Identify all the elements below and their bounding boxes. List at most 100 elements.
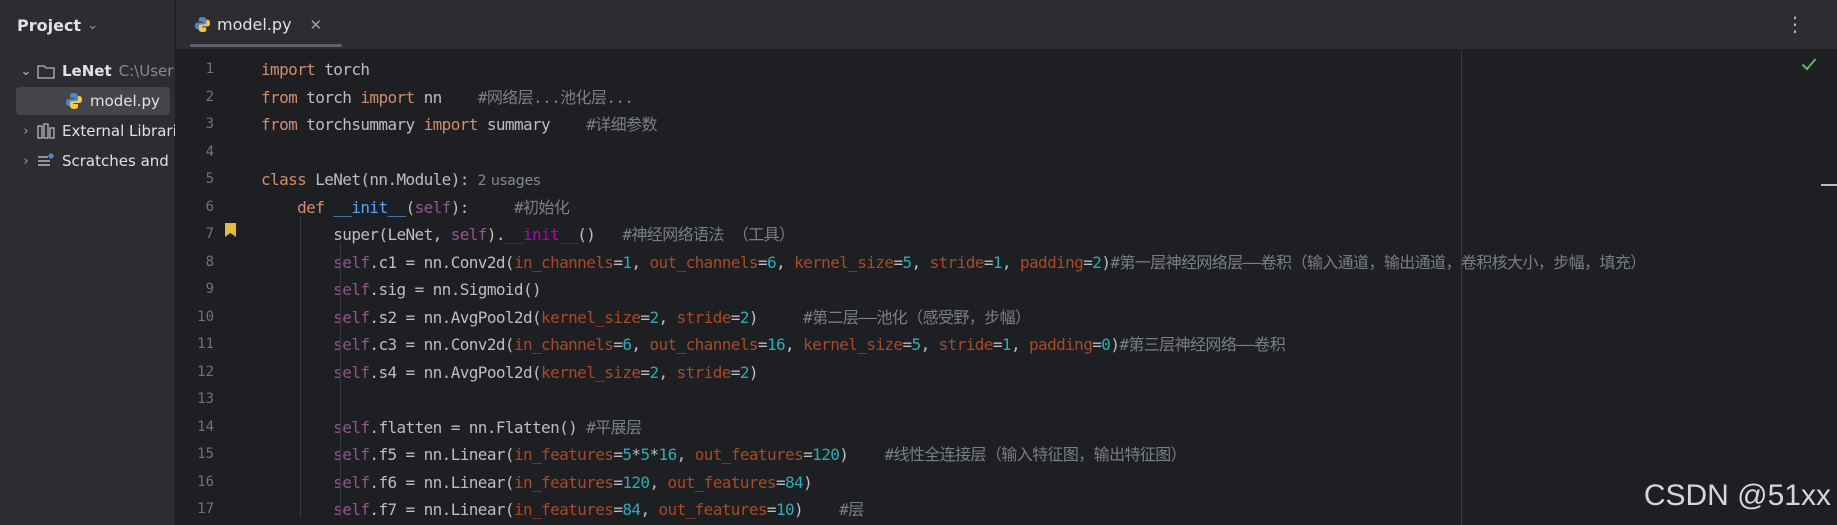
code-token: = [1092, 335, 1102, 354]
project-view-selector[interactable]: Project ⌄ [17, 14, 98, 36]
code-line[interactable]: self.f7 = nn.Linear(in_features=84, out_… [261, 496, 864, 523]
code-token: #线性全连接层（输入特征图，输出特征图） [884, 445, 1187, 464]
code-token: class [261, 170, 307, 189]
chevron-right-icon[interactable]: › [16, 154, 36, 169]
code-token: #神经网络语法 （工具） [622, 225, 795, 244]
code-line[interactable]: self.c1 = nn.Conv2d(in_channels=1, out_c… [261, 249, 1646, 276]
code-token: def [297, 197, 325, 217]
code-token: torch [315, 60, 370, 79]
code-line[interactable]: class LeNet(nn.Module): 2 usages [261, 166, 541, 193]
code-token: kernel_size [541, 362, 641, 382]
tree-item-label: External Librari [62, 122, 176, 140]
code-line[interactable]: from torchsummary import summary #详细参数 [261, 111, 657, 138]
code-token: padding [1019, 252, 1084, 272]
code-line[interactable]: self.f6 = nn.Linear(in_features=120, out… [261, 469, 812, 496]
project-sidebar: Project ⌄ ⌄ LeNet C:\User model.py › Ext… [0, 0, 176, 525]
code-line[interactable]: self.s4 = nn.AvgPool2d(kernel_size=2, st… [261, 359, 758, 386]
code-token: .c1 = nn.Conv2d( [369, 252, 514, 272]
tree-item-label: model.py [90, 92, 160, 110]
code-token: out_features [658, 500, 768, 519]
code-line[interactable]: super(LeNet, self).__init__() #神经网络语法 （工… [261, 221, 795, 248]
code-token: () [577, 225, 623, 244]
code-line[interactable]: from torch import nn #网络层...池化层... [261, 84, 634, 111]
tab-model-py[interactable]: model.py ✕ [190, 0, 346, 49]
code-token: , [785, 335, 804, 354]
chevron-down-icon[interactable]: ⌄ [16, 64, 36, 79]
code-token: = [803, 445, 813, 464]
line-number: 3 [205, 116, 214, 132]
code-token: super(LeNet, [261, 225, 451, 244]
code-token: = [992, 335, 1003, 354]
code-token: 2 [739, 362, 750, 382]
code-token: self [333, 445, 370, 464]
code-token: 16 [658, 445, 678, 464]
code-token: 1 [992, 252, 1003, 272]
code-token: , [631, 252, 650, 272]
code-token: #平展层 [586, 417, 642, 437]
code-editor[interactable]: 1 2 3 4 5 6 7 8 9 10 11 12 13 14 15 16 17 import torch fr… [176, 50, 1837, 525]
code-token: 5 [911, 335, 922, 354]
scrollbar-marker[interactable] [1821, 184, 1837, 186]
code-token: 84 [785, 472, 804, 492]
code-line[interactable]: self.s2 = nn.AvgPool2d(kernel_size=2, st… [261, 304, 1031, 331]
python-file-icon [194, 16, 211, 33]
code-token: import [423, 115, 479, 134]
code-token: , [658, 307, 677, 327]
usages-hint[interactable]: 2 usages [469, 173, 541, 189]
code-token: = [902, 335, 912, 354]
code-token: = [613, 500, 623, 519]
active-tab-indicator [190, 44, 342, 47]
tree-item-lenet[interactable]: ⌄ LeNet C:\User [16, 57, 175, 85]
code-token: self [333, 307, 370, 327]
code-token: self [333, 280, 370, 299]
code-token: ( [405, 197, 416, 217]
code-token: stride [676, 307, 732, 327]
code-token: 5 [640, 445, 650, 464]
line-number: 16 [197, 473, 214, 490]
code-line[interactable]: self.flatten = nn.Flatten() #平展层 [261, 414, 642, 441]
code-token: from [261, 87, 298, 107]
folder-icon [36, 62, 56, 80]
code-token: #初始化 [513, 197, 570, 217]
line-number: 11 [197, 336, 214, 352]
line-number: 12 [197, 363, 214, 380]
more-vertical-icon[interactable]: ⋮ [1785, 12, 1805, 36]
check-icon[interactable] [1801, 56, 1817, 75]
code-token: , [911, 252, 930, 272]
tree-item-label: Scratches and [62, 152, 169, 170]
code-token: = [983, 252, 994, 272]
indent-guide [340, 243, 341, 518]
chevron-right-icon[interactable]: › [16, 124, 36, 139]
tree-item-scratches[interactable]: › Scratches and [16, 147, 175, 175]
tab-label: model.py [217, 15, 292, 34]
code-line[interactable]: import torch [261, 56, 370, 83]
code-token: kernel_size [803, 335, 903, 354]
code-token: stride [938, 335, 994, 354]
code-token: torchsummary [297, 115, 424, 134]
code-line[interactable]: self.f5 = nn.Linear(in_features=5*5*16, … [261, 441, 1186, 468]
code-token: ) [748, 307, 804, 327]
code-token: ) [803, 472, 813, 492]
tree-item-model-py[interactable]: model.py [16, 87, 170, 115]
code-token: in_features [513, 500, 614, 519]
code-token: __init__ [504, 225, 578, 244]
tree-item-external-libraries[interactable]: › External Librari [16, 117, 176, 145]
code-line[interactable]: self.sig = nn.Sigmoid() [261, 276, 541, 303]
code-token: self [450, 225, 488, 244]
code-line[interactable]: self.c3 = nn.Conv2d(in_channels=6, out_c… [261, 331, 1285, 358]
code-token: = [730, 362, 741, 382]
code-line[interactable]: def __init__(self): #初始化 [261, 194, 570, 221]
scratches-icon [36, 152, 56, 170]
code-token: = [757, 252, 768, 272]
code-token: LeNet(nn.Module): [306, 170, 469, 189]
bookmark-icon[interactable] [224, 222, 237, 242]
close-icon[interactable]: ✕ [310, 16, 323, 34]
line-number: 10 [197, 308, 214, 325]
code-token: = [613, 252, 623, 272]
